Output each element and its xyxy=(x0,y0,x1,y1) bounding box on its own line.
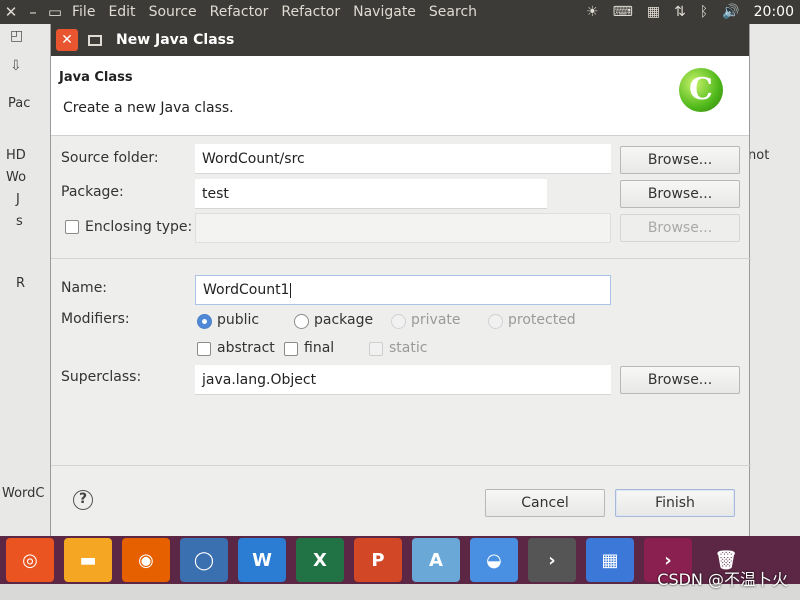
java-class-logo-icon: C xyxy=(679,68,723,112)
menu-refactor[interactable]: Refactor xyxy=(210,4,269,20)
tree-item-jre[interactable]: J xyxy=(16,192,20,207)
tree-item-package-explorer[interactable]: Pac xyxy=(8,96,30,111)
menu-file[interactable]: File xyxy=(72,4,95,20)
tree-item-referenced[interactable]: R xyxy=(16,276,25,291)
finish-button[interactable]: Finish xyxy=(615,489,735,517)
software-center-icon[interactable]: A xyxy=(412,538,460,582)
private-label: private xyxy=(411,312,461,328)
name-value: WordCount1 xyxy=(203,282,290,298)
window-close-icon[interactable]: ✕ xyxy=(0,3,22,21)
source-folder-browse-button[interactable]: Browse... xyxy=(620,146,740,174)
package-radio[interactable] xyxy=(294,314,309,329)
firefox-icon[interactable]: ◉ xyxy=(122,538,170,582)
package-modifier-label[interactable]: package xyxy=(314,312,373,328)
calendar-icon[interactable]: ▦ xyxy=(647,4,660,20)
menu-refactor-2[interactable]: Refactor xyxy=(281,4,340,20)
enclosing-type-label: Enclosing type: xyxy=(85,219,193,235)
right-panel-text: not xyxy=(748,148,770,163)
package-field[interactable]: test xyxy=(195,179,547,209)
static-checkbox xyxy=(369,342,383,356)
name-label: Name: xyxy=(61,280,108,296)
protected-label: protected xyxy=(508,312,576,328)
cancel-button[interactable]: Cancel xyxy=(485,489,605,517)
new-java-class-dialog: ✕ New Java Class Java Class Create a new… xyxy=(50,24,751,536)
watermark: CSDN @不温卜火 xyxy=(657,570,788,589)
writer-icon[interactable]: W xyxy=(238,538,286,582)
source-folder-label: Source folder: xyxy=(61,150,159,166)
banner-description: Create a new Java class. xyxy=(63,100,234,116)
tree-item-src[interactable]: s xyxy=(16,214,23,229)
enclosing-type-field xyxy=(195,213,611,243)
calc-icon[interactable]: X xyxy=(296,538,344,582)
enclosing-type-browse-button: Browse... xyxy=(620,214,740,242)
package-explorer-panel: ◰ ⇩ Pac HD Wo J s R WordC xyxy=(0,24,52,536)
superclass-label: Superclass: xyxy=(61,369,142,385)
menu-navigate[interactable]: Navigate xyxy=(353,4,416,20)
vscode-icon[interactable]: › xyxy=(528,538,576,582)
browser-icon[interactable]: ◯ xyxy=(180,538,228,582)
public-radio[interactable] xyxy=(197,314,212,329)
impress-icon[interactable]: P xyxy=(354,538,402,582)
abstract-label[interactable]: abstract xyxy=(217,340,275,356)
modifiers-label: Modifiers: xyxy=(61,311,130,327)
system-tray: ☀ ⌨ ▦ ⇅ ᛒ 🔊 20:00 xyxy=(572,0,794,24)
private-radio xyxy=(391,314,406,329)
dialog-title: New Java Class xyxy=(116,32,235,48)
clock[interactable]: 20:00 xyxy=(754,4,794,20)
help-icon[interactable]: ? xyxy=(73,490,93,510)
status-text: WordC xyxy=(2,486,45,501)
final-label[interactable]: final xyxy=(304,340,334,356)
package-label: Package: xyxy=(61,184,124,200)
files-icon[interactable]: ▬ xyxy=(64,538,112,582)
abstract-checkbox[interactable] xyxy=(197,342,211,356)
window-maximize-icon[interactable]: ▭ xyxy=(44,3,66,21)
dialog-title-bar: ✕ New Java Class xyxy=(51,24,749,56)
menu-edit[interactable]: Edit xyxy=(108,4,135,20)
public-label[interactable]: public xyxy=(217,312,259,328)
volume-icon[interactable]: 🔊 xyxy=(722,4,739,20)
banner-title: Java Class xyxy=(59,70,133,85)
package-browse-button[interactable]: Browse... xyxy=(620,180,740,208)
name-field[interactable]: WordCount1 xyxy=(195,275,611,305)
window-minimize-icon[interactable]: – xyxy=(22,3,44,21)
separator xyxy=(51,258,751,259)
tree-item-wordcount[interactable]: Wo xyxy=(6,170,26,185)
footer-separator xyxy=(51,465,751,466)
dialog-maximize-icon[interactable] xyxy=(88,34,102,46)
superclass-field[interactable]: java.lang.Object xyxy=(195,365,611,395)
menu-bar: File Edit Source Refactor Refactor Navig… xyxy=(72,4,490,20)
keyboard-icon[interactable]: ⌨ xyxy=(613,4,633,20)
text-caret xyxy=(290,282,292,298)
enclosing-type-checkbox[interactable] xyxy=(65,220,79,234)
download-icon[interactable]: ⇩ xyxy=(10,58,22,74)
protected-radio xyxy=(488,314,503,329)
tree-item-hd[interactable]: HD xyxy=(6,148,26,163)
dialog-close-icon[interactable]: ✕ xyxy=(56,29,78,51)
system-top-bar: ✕ – ▭ File Edit Source Refactor Refactor… xyxy=(0,0,800,24)
network-icon[interactable]: ⇅ xyxy=(674,4,686,20)
menu-search[interactable]: Search xyxy=(429,4,477,20)
source-folder-field[interactable]: WordCount/src xyxy=(195,144,611,174)
dialog-banner: Java Class Create a new Java class. C xyxy=(51,56,749,136)
new-icon[interactable]: ◰ xyxy=(10,28,23,44)
remote-desktop-icon[interactable]: ◒ xyxy=(470,538,518,582)
final-checkbox[interactable] xyxy=(284,342,298,356)
bluetooth-icon[interactable]: ᛒ xyxy=(700,4,708,20)
workspace-icon[interactable]: ▦ xyxy=(586,538,634,582)
static-label: static xyxy=(389,340,428,356)
superclass-browse-button[interactable]: Browse... xyxy=(620,366,740,394)
weather-icon[interactable]: ☀ xyxy=(586,4,599,20)
outline-panel: not xyxy=(748,24,800,536)
menu-source[interactable]: Source xyxy=(149,4,197,20)
ubuntu-logo-icon[interactable]: ◎ xyxy=(6,538,54,582)
